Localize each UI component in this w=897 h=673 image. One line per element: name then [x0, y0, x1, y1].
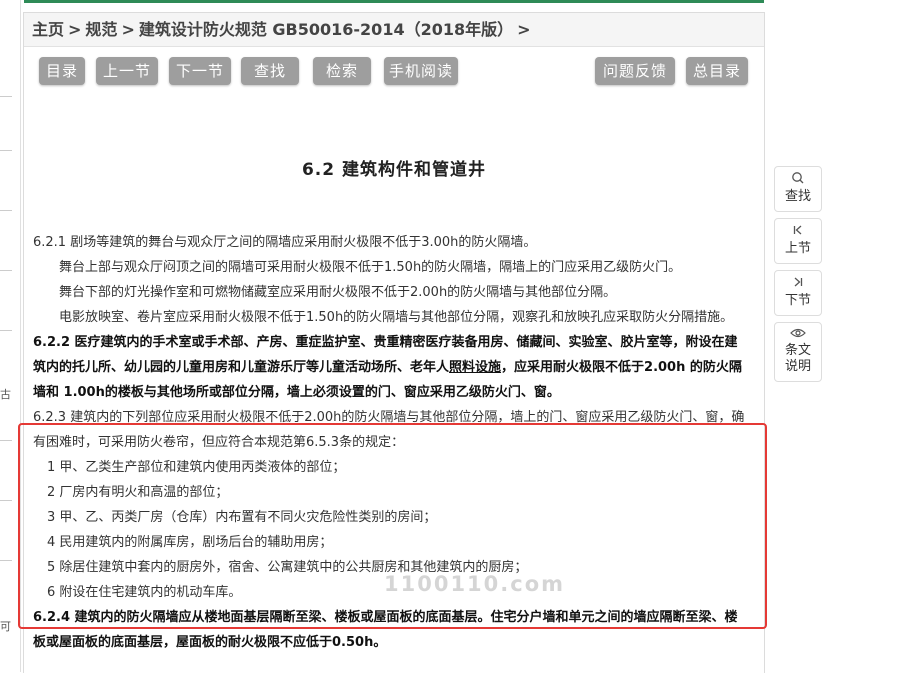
clause-6-2-3-item: 3 甲、乙、丙类厂房（仓库）内布置有不同火灾危险性类别的房间；: [47, 510, 437, 525]
document-body: 6.2.1 剧场等建筑的舞台与观众厅之间的隔墙应采用耐火极限不低于3.00h的防…: [33, 230, 745, 655]
master-toc-button[interactable]: 总目录: [686, 57, 748, 85]
sidebar-divider: [0, 210, 12, 211]
clause-6-2-1-paragraph: 舞台下部的灯光操作室和可燃物储藏室应采用耐火极限不低于2.00h的防火隔墙与其他…: [59, 285, 617, 300]
sidebar-divider: [0, 560, 12, 561]
clause-6-2-4: 6.2.4 建筑内的防火隔墙应从楼地面基层隔断至梁、楼板或屋面板的底面基层。住宅…: [33, 610, 738, 650]
skip-forward-icon: [775, 271, 821, 293]
section-title: 6.2 建筑构件和管道井: [301, 160, 487, 180]
top-accent-line: [24, 0, 764, 3]
clause-6-2-3-item: 6 附设在住宅建筑内的机动车库。: [47, 585, 242, 600]
side-prev-label: 上节: [784, 241, 811, 256]
clause-6-2-3-item: 2 厂房内有明火和高温的部位；: [47, 485, 229, 500]
side-prev-button[interactable]: 上节: [774, 218, 822, 264]
find-button[interactable]: 查找: [241, 57, 299, 85]
sidebar-glyph: 可: [0, 620, 11, 633]
toolbar: 目录 上一节 下一节 查找 检索 手机阅读 问题反馈 总目录: [24, 47, 764, 91]
sidebar-divider: [0, 96, 12, 97]
sidebar-divider: [0, 440, 12, 441]
left-sidebar-edge: 古 可: [0, 0, 21, 672]
breadcrumb-separator: >: [517, 20, 531, 39]
search-icon: [775, 167, 821, 189]
side-explain-label-line2: 说明: [784, 359, 811, 374]
sidebar-divider: [0, 330, 12, 331]
eye-icon: [775, 323, 821, 343]
breadcrumb-standards-link[interactable]: 规范: [85, 20, 117, 39]
search-button[interactable]: 检索: [313, 57, 371, 85]
breadcrumb-separator: >: [121, 20, 135, 39]
clause-6-2-1: 6.2.1 剧场等建筑的舞台与观众厅之间的隔墙应采用耐火极限不低于3.00h的防…: [33, 235, 537, 250]
mobile-read-button[interactable]: 手机阅读: [384, 57, 458, 85]
side-next-label: 下节: [784, 293, 811, 308]
skip-back-icon: [775, 219, 821, 241]
sidebar-divider: [0, 150, 12, 151]
clause-6-2-3: 6.2.3 建筑内的下列部位应采用耐火极限不低于2.00h的防火隔墙与其他部位分…: [33, 410, 745, 450]
breadcrumb-current-link[interactable]: 建筑设计防火规范 GB50016-2014（2018年版）: [139, 20, 513, 39]
document-panel: 主页 > 规范 > 建筑设计防火规范 GB50016-2014（2018年版） > 目录 …: [23, 12, 765, 673]
clause-6-2-3-item: 4 民用建筑内的附属库房，剧场后台的辅助用房；: [47, 535, 333, 550]
side-explain-label-line1: 条文: [784, 343, 811, 358]
breadcrumb-home-link[interactable]: 主页: [32, 20, 64, 39]
breadcrumb-separator: >: [68, 20, 82, 39]
next-section-button[interactable]: 下一节: [169, 57, 231, 85]
clause-6-2-2-underlined-term: 照料设施: [449, 360, 502, 375]
prev-section-button[interactable]: 上一节: [96, 57, 158, 85]
side-explain-button[interactable]: 条文 说明: [774, 322, 822, 382]
clause-6-2-2: 6.2.2 医疗建筑内的手术室或手术部、产房、重症监护室、贵重精密医疗装备用房、…: [33, 330, 745, 405]
sidebar-glyph: 古: [0, 388, 11, 401]
feedback-button[interactable]: 问题反馈: [595, 57, 675, 85]
sidebar-divider: [0, 270, 12, 271]
top-accent-strip: [0, 0, 897, 4]
sidebar-divider: [0, 500, 12, 501]
breadcrumb: 主页 > 规范 > 建筑设计防火规范 GB50016-2014（2018年版） >: [24, 13, 764, 47]
clause-6-2-1-paragraph: 电影放映室、卷片室应采用耐火极限不低于1.50h的防火隔墙与其他部位分隔，观察孔…: [59, 310, 734, 325]
clause-6-2-1-paragraph: 舞台上部与观众厅闷顶之间的隔墙可采用耐火极限不低于1.50h的防火隔墙，隔墙上的…: [59, 260, 682, 275]
toc-button[interactable]: 目录: [39, 57, 85, 85]
side-find-button[interactable]: 查找: [774, 166, 822, 212]
side-find-label: 查找: [784, 189, 811, 204]
clause-6-2-3-item: 5 除居住建筑中套内的厨房外，宿舍、公寓建筑中的公共厨房和其他建筑内的厨房；: [47, 560, 528, 575]
clause-6-2-3-item: 1 甲、乙类生产部位和建筑内使用丙类液体的部位；: [47, 460, 346, 475]
side-next-button[interactable]: 下节: [774, 270, 822, 316]
